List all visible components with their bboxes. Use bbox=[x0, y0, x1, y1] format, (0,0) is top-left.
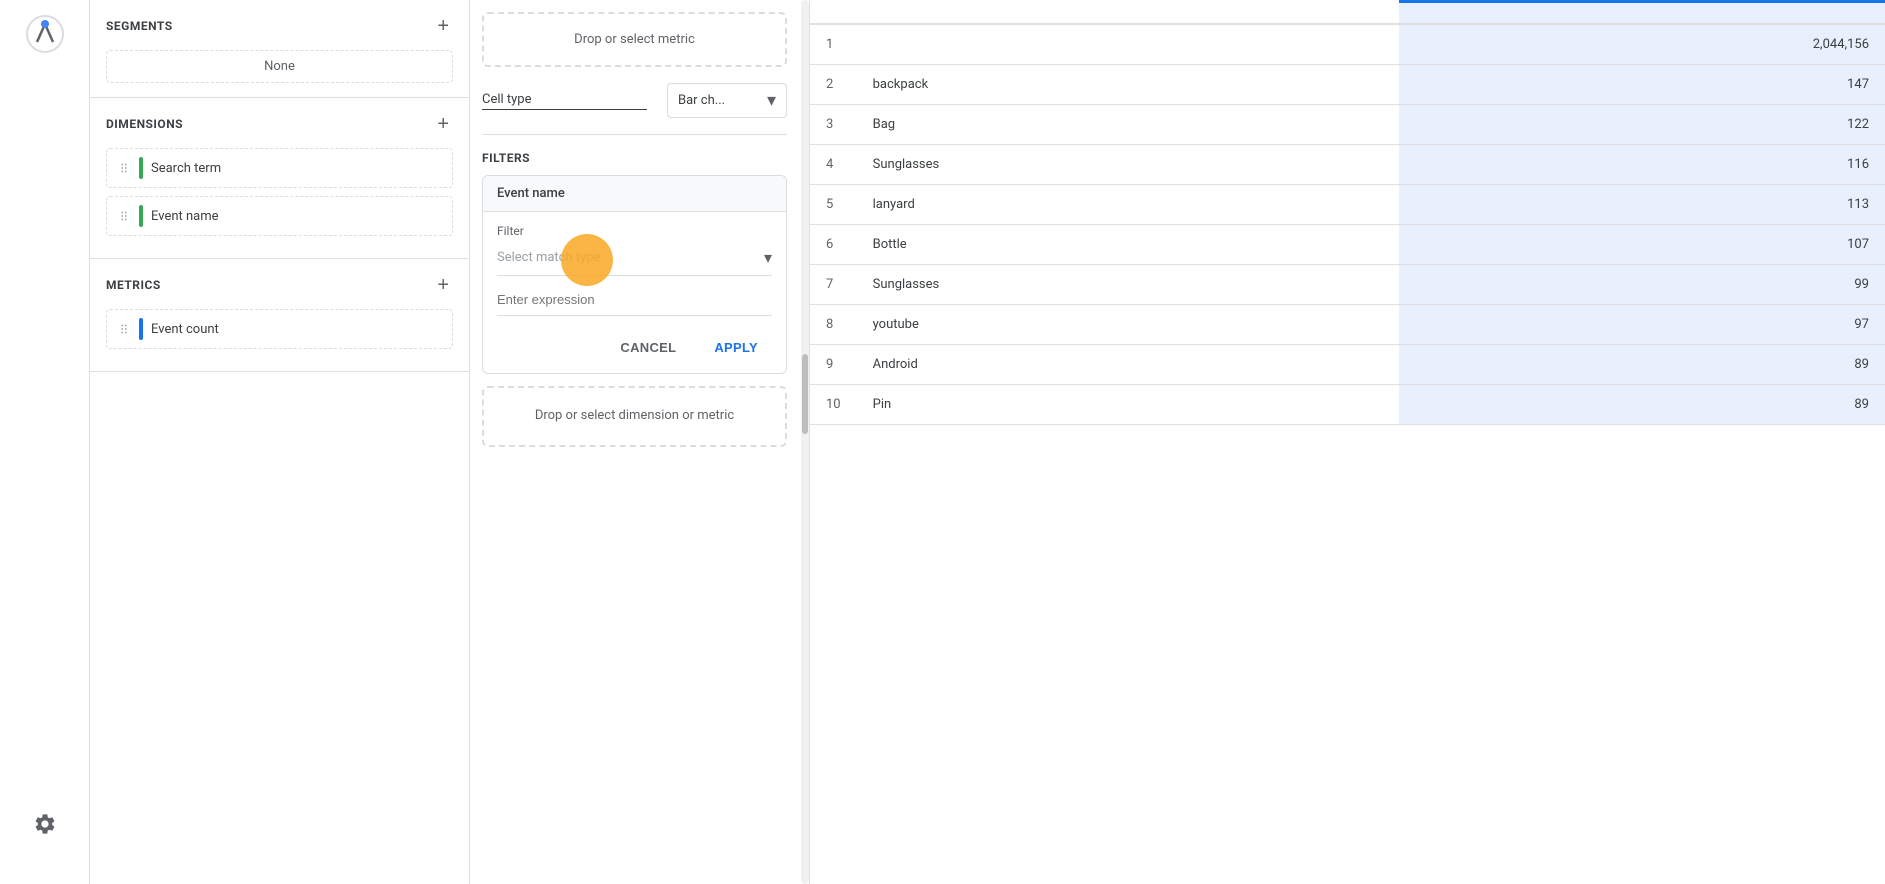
table-cell-index: 3 bbox=[810, 105, 857, 145]
dimension-color-bar bbox=[139, 205, 143, 227]
filter-card-header: Event name bbox=[483, 176, 786, 212]
drop-dimension-label: Drop or select dimension or metric bbox=[535, 408, 734, 423]
drop-dimension-zone[interactable]: Drop or select dimension or metric bbox=[482, 386, 787, 447]
table-cell-name: youtube bbox=[857, 305, 1400, 345]
table-cell-index: 1 bbox=[810, 24, 857, 65]
settings-gear-icon[interactable] bbox=[25, 804, 65, 844]
add-segment-button[interactable]: + bbox=[433, 14, 453, 38]
table-row: 5lanyard113 bbox=[810, 185, 1885, 225]
segments-title: SEGMENTS bbox=[106, 19, 173, 33]
table-row: 9Android89 bbox=[810, 345, 1885, 385]
table-cell-index: 10 bbox=[810, 385, 857, 425]
table-cell-value: 116 bbox=[1399, 145, 1885, 185]
cell-type-label: Cell type bbox=[482, 92, 647, 110]
dimensions-header: DIMENSIONS + bbox=[106, 112, 453, 136]
filter-body: Filter Select match type ▾ CANCEL APPLY bbox=[483, 212, 786, 373]
table-cell-value: 89 bbox=[1399, 345, 1885, 385]
table-cell-index: 5 bbox=[810, 185, 857, 225]
table-row: 10Pin89 bbox=[810, 385, 1885, 425]
table-cell-index: 2 bbox=[810, 65, 857, 105]
dimensions-title: DIMENSIONS bbox=[106, 117, 183, 131]
table-row: 2backpack147 bbox=[810, 65, 1885, 105]
drop-metric-zone[interactable]: Drop or select metric bbox=[482, 12, 787, 67]
segments-header: SEGMENTS + bbox=[106, 14, 453, 38]
table-cell-value: 89 bbox=[1399, 385, 1885, 425]
table-cell-name: lanyard bbox=[857, 185, 1400, 225]
table-cell-index: 6 bbox=[810, 225, 857, 265]
match-type-select[interactable]: Select match type bbox=[497, 250, 764, 265]
cell-type-value: Bar ch... bbox=[678, 93, 725, 108]
drag-handle-icon bbox=[117, 322, 131, 336]
table-row: 8youtube97 bbox=[810, 305, 1885, 345]
metric-color-bar bbox=[139, 318, 143, 340]
apply-button[interactable]: APPLY bbox=[700, 334, 772, 361]
table-cell-name: Sunglasses bbox=[857, 265, 1400, 305]
dimensions-section: DIMENSIONS + Search term Event name bbox=[90, 98, 469, 259]
table-cell-value: 97 bbox=[1399, 305, 1885, 345]
table-cell-value: 99 bbox=[1399, 265, 1885, 305]
dimension-item-event-name[interactable]: Event name bbox=[106, 196, 453, 236]
table-cell-value: 107 bbox=[1399, 225, 1885, 265]
chart-config-panel: Drop or select metric Cell type Bar ch..… bbox=[470, 0, 810, 884]
dimension-item-search-term[interactable]: Search term bbox=[106, 148, 453, 188]
table-row: 1 2,044,156 bbox=[810, 24, 1885, 65]
segments-section: SEGMENTS + None bbox=[90, 0, 469, 98]
metrics-section: METRICS + Event count bbox=[90, 259, 469, 372]
col-name-header bbox=[857, 2, 1400, 25]
table-cell-value: 122 bbox=[1399, 105, 1885, 145]
app-logo bbox=[21, 10, 69, 58]
filter-actions: CANCEL APPLY bbox=[497, 334, 772, 361]
segments-none: None bbox=[106, 50, 453, 83]
scrollbar-track bbox=[801, 0, 809, 884]
table-row: 4Sunglasses116 bbox=[810, 145, 1885, 185]
table-cell-name: Sunglasses bbox=[857, 145, 1400, 185]
table-cell-name: Bag bbox=[857, 105, 1400, 145]
table-row: 6Bottle107 bbox=[810, 225, 1885, 265]
add-metric-button[interactable]: + bbox=[433, 273, 453, 297]
dimension-label-event-name: Event name bbox=[151, 209, 442, 224]
drag-handle-icon bbox=[117, 161, 131, 175]
filter-card-event-name: Event name Filter Select match type ▾ C bbox=[482, 175, 787, 374]
data-table-panel: 12,044,1562backpack1473Bag1224Sunglasses… bbox=[810, 0, 1885, 884]
filters-section: FILTERS Event name Filter Select match t… bbox=[482, 151, 787, 447]
table-cell-index: 8 bbox=[810, 305, 857, 345]
drag-handle-icon bbox=[117, 209, 131, 223]
table-cell-index: 9 bbox=[810, 345, 857, 385]
cancel-button[interactable]: CANCEL bbox=[606, 334, 690, 361]
table-row: 7Sunglasses99 bbox=[810, 265, 1885, 305]
table-cell-name bbox=[857, 24, 1400, 65]
table-cell-name: Pin bbox=[857, 385, 1400, 425]
dimension-color-bar bbox=[139, 157, 143, 179]
config-panel: SEGMENTS + None DIMENSIONS + Search term… bbox=[90, 0, 470, 884]
metrics-title: METRICS bbox=[106, 278, 161, 292]
add-dimension-button[interactable]: + bbox=[433, 112, 453, 136]
table-cell-value: 2,044,156 bbox=[1399, 24, 1885, 65]
table-cell-index: 4 bbox=[810, 145, 857, 185]
filters-title: FILTERS bbox=[482, 151, 787, 165]
table-cell-name: backpack bbox=[857, 65, 1400, 105]
table-cell-index: 7 bbox=[810, 265, 857, 305]
dimension-label-search-term: Search term bbox=[151, 161, 442, 176]
col-index-header bbox=[810, 2, 857, 25]
chevron-down-icon: ▾ bbox=[764, 248, 772, 267]
chevron-down-icon: ▾ bbox=[767, 90, 776, 111]
cell-type-row: Cell type Bar ch... ▾ bbox=[482, 83, 787, 135]
scrollbar-thumb[interactable] bbox=[802, 354, 808, 434]
filter-subtitle: Filter bbox=[497, 224, 772, 238]
table-cell-name: Android bbox=[857, 345, 1400, 385]
expression-input[interactable] bbox=[497, 288, 772, 316]
sidebar bbox=[0, 0, 90, 884]
data-table: 12,044,1562backpack1473Bag1224Sunglasses… bbox=[810, 0, 1885, 425]
table-cell-value: 113 bbox=[1399, 185, 1885, 225]
drop-metric-label: Drop or select metric bbox=[574, 32, 695, 47]
match-type-row: Select match type ▾ bbox=[497, 248, 772, 276]
col-value-header bbox=[1399, 2, 1885, 25]
table-row: 3Bag122 bbox=[810, 105, 1885, 145]
metric-label-event-count: Event count bbox=[151, 322, 442, 337]
table-cell-value: 147 bbox=[1399, 65, 1885, 105]
cell-type-select[interactable]: Bar ch... ▾ bbox=[667, 83, 787, 118]
metric-item-event-count[interactable]: Event count bbox=[106, 309, 453, 349]
metrics-header: METRICS + bbox=[106, 273, 453, 297]
table-cell-name: Bottle bbox=[857, 225, 1400, 265]
